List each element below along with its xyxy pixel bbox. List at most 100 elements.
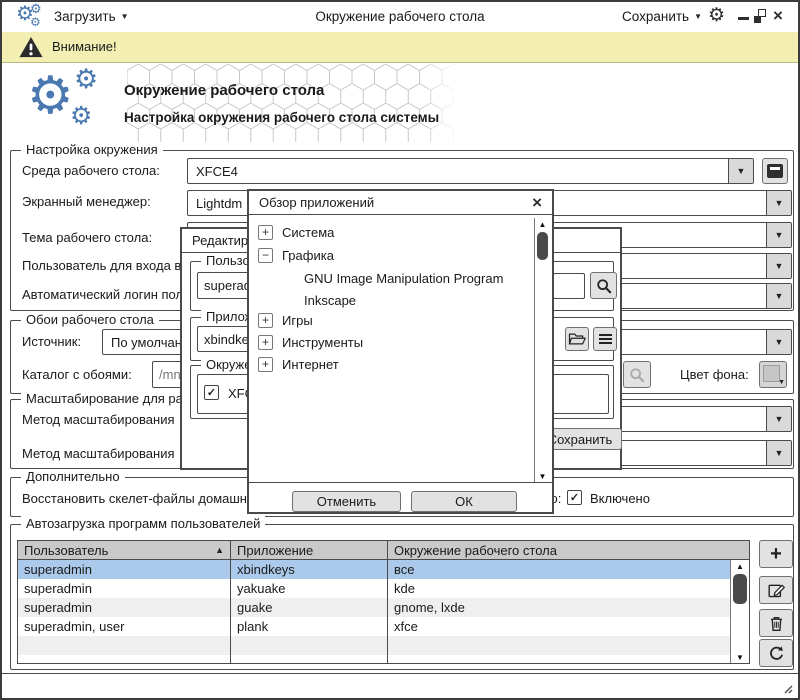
autostart-table-header: Пользователь ▲ Приложение Окружение рабо…: [18, 541, 749, 560]
delete-autostart-button[interactable]: [759, 609, 793, 637]
scroll-down-icon[interactable]: ▼: [731, 651, 749, 663]
table-scrollbar[interactable]: ▲ ▼: [730, 560, 749, 663]
desktop-env-select[interactable]: XFCE4 ▼: [187, 158, 754, 184]
app-logo-gear-small2-icon: ⚙: [30, 16, 41, 28]
wallpaper-source-label: Источник:: [22, 334, 81, 349]
table-row[interactable]: superadmin xbindkeys все: [18, 560, 730, 579]
col-user-label: Пользователь: [24, 543, 215, 558]
tree-item-tools[interactable]: + Инструменты: [258, 332, 363, 352]
tree-item-system[interactable]: + Система: [258, 222, 334, 242]
bg-color-label: Цвет фона:: [680, 367, 749, 382]
env-xfce4-checkbox[interactable]: ✓: [204, 385, 219, 400]
browse-file-button[interactable]: [565, 327, 589, 351]
titlebar: ⚙ ⚙ ⚙ Загрузить▼ Окружение рабочего стол…: [2, 2, 798, 34]
settings-gear-button[interactable]: ⚙: [708, 6, 725, 25]
bg-color-picker[interactable]: ▼: [759, 361, 787, 388]
cell-user: superadmin: [18, 560, 231, 579]
scroll-up-icon[interactable]: ▲: [535, 218, 550, 230]
tree-item-label: Графика: [282, 248, 334, 263]
app-menu-button[interactable]: [593, 327, 617, 351]
tree-item-label: Игры: [282, 313, 313, 328]
tree-item-gimp[interactable]: GNU Image Manipulation Program: [304, 268, 503, 288]
cell-app: plank: [231, 617, 388, 636]
display-manager-label: Экранный менеджер:: [22, 194, 151, 209]
scroll-down-icon[interactable]: ▼: [535, 470, 550, 482]
app-browser-titlebar[interactable]: Обзор приложений ×: [249, 191, 552, 215]
tree-item-games[interactable]: + Игры: [258, 310, 313, 330]
cell-user: superadmin, user: [18, 617, 231, 636]
col-app-header[interactable]: Приложение: [231, 541, 388, 559]
tree-item-internet[interactable]: + Интернет: [258, 354, 339, 374]
header-logo-gear-icon: ⚙: [27, 70, 74, 122]
expand-icon[interactable]: +: [258, 335, 273, 350]
wallpaper-group-title: Обои рабочего стола: [21, 312, 159, 327]
expand-icon[interactable]: +: [258, 225, 273, 240]
chevron-down-icon: ▼: [778, 379, 785, 386]
resize-grip-icon[interactable]: [779, 680, 793, 694]
tree-item-label: Инструменты: [282, 335, 363, 350]
enabled-label: Включено: [590, 491, 650, 506]
header-logo-gear-small-icon: ⚙: [74, 66, 98, 93]
cell-app: xbindkeys: [231, 560, 388, 579]
environment-group-title: Настройка окружения: [21, 142, 163, 157]
warning-triangle-icon: [18, 36, 44, 59]
cell-empty: [231, 655, 388, 664]
scrollbar-thumb[interactable]: [537, 232, 548, 260]
restore-skel-checkbox[interactable]: ✓: [567, 490, 582, 505]
col-env-header[interactable]: Окружение рабочего стола: [388, 541, 749, 559]
cell-empty: [388, 636, 730, 655]
edit-autostart-button[interactable]: [759, 576, 793, 604]
archive-slot: [770, 167, 780, 170]
minimize-button[interactable]: [738, 17, 749, 20]
cell-empty: [231, 636, 388, 655]
chevron-down-icon: ▼: [766, 330, 791, 354]
hexagon-pattern: [127, 64, 459, 142]
app-logo-gear-small-icon: ⚙: [30, 2, 42, 15]
refresh-autostart-button[interactable]: [759, 639, 793, 667]
tree-item-inkscape[interactable]: Inkscape: [304, 290, 356, 310]
hamburger-icon: [599, 334, 612, 345]
tree-item-graphics[interactable]: − Графика: [258, 245, 334, 265]
warning-banner: Внимание!: [2, 32, 798, 63]
expand-icon[interactable]: +: [258, 313, 273, 328]
tree-item-label: GNU Image Manipulation Program: [304, 271, 503, 286]
table-row[interactable]: superadmin yakuake kde: [18, 579, 730, 598]
additional-group-title: Дополнительно: [21, 469, 125, 484]
wallpaper-dir-label: Каталог с обоями:: [22, 367, 132, 382]
edit-pencil-icon: [767, 581, 786, 600]
edit-user-search-button[interactable]: [590, 272, 617, 299]
table-row[interactable]: superadmin, user plank xfce: [18, 617, 730, 636]
table-row[interactable]: superadmin guake gnome, lxde: [18, 598, 730, 617]
close-icon[interactable]: ×: [532, 193, 542, 213]
cell-app: yakuake: [231, 579, 388, 598]
plus-icon: +: [770, 543, 782, 566]
chevron-down-icon: ▼: [766, 191, 791, 215]
cancel-button[interactable]: Отменить: [292, 491, 401, 512]
cell-empty: [388, 655, 730, 664]
col-user-header[interactable]: Пользователь ▲: [18, 541, 231, 559]
chevron-down-icon: ▼: [766, 254, 791, 278]
tree-scrollbar[interactable]: ▲ ▼: [534, 218, 550, 482]
header-logo-gear-small2-icon: ⚙: [70, 104, 92, 129]
status-bar: [2, 673, 798, 698]
autostart-table-body: superadmin xbindkeys все superadmin yaku…: [18, 560, 730, 663]
close-window-button[interactable]: ×: [770, 6, 786, 26]
save-menu-button[interactable]: Сохранить ▼: [622, 9, 702, 24]
ok-button[interactable]: ОК: [411, 491, 517, 512]
maximize-button[interactable]: [754, 9, 768, 23]
scroll-up-icon[interactable]: ▲: [731, 560, 749, 572]
desktop-env-archive-button[interactable]: [762, 158, 788, 184]
save-menu-label: Сохранить: [622, 9, 689, 24]
search-icon: [596, 278, 612, 294]
dialog-footer-divider: [249, 482, 552, 483]
collapse-icon[interactable]: −: [258, 248, 273, 263]
add-autostart-button[interactable]: +: [759, 540, 793, 568]
edit-user-search-input[interactable]: [553, 273, 585, 299]
wallpaper-search-button[interactable]: [623, 361, 651, 388]
scrollbar-thumb[interactable]: [733, 574, 747, 604]
chevron-down-icon: ▼: [694, 12, 702, 21]
load-menu-button[interactable]: Загрузить ▼: [54, 9, 129, 24]
load-menu-label: Загрузить: [54, 9, 116, 24]
expand-icon[interactable]: +: [258, 357, 273, 372]
chevron-down-icon: ▼: [121, 12, 129, 21]
